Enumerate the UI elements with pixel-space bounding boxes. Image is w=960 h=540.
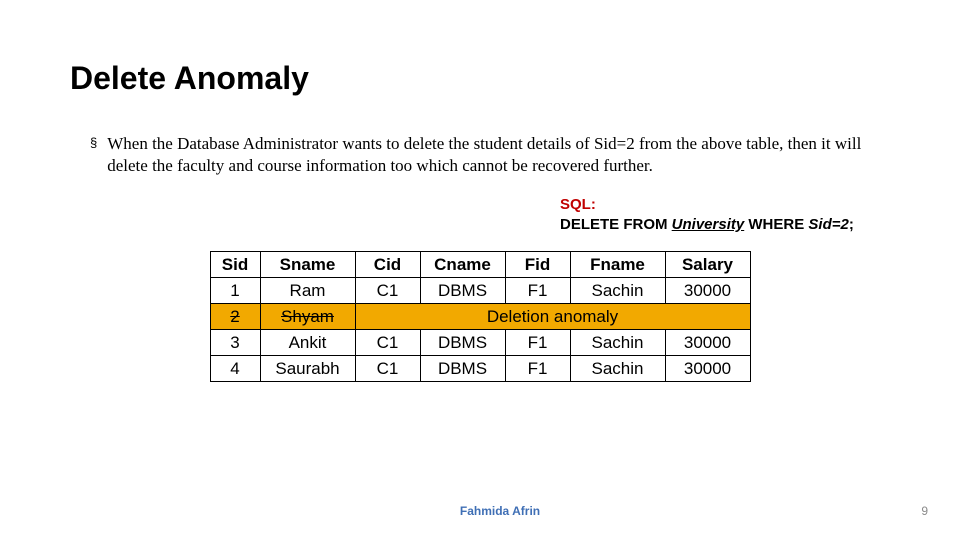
bullet-item: § When the Database Administrator wants … <box>70 133 890 177</box>
cell: 30000 <box>665 278 750 304</box>
cell: Sachin <box>570 330 665 356</box>
cell: 4 <box>210 356 260 382</box>
cell: 1 <box>210 278 260 304</box>
cell: Sachin <box>570 356 665 382</box>
cell: F1 <box>505 356 570 382</box>
cell: 30000 <box>665 330 750 356</box>
th-fid: Fid <box>505 252 570 278</box>
sql-prefix: DELETE FROM <box>560 216 672 233</box>
table-header-row: Sid Sname Cid Cname Fid Fname Salary <box>210 252 750 278</box>
table-row-anomaly: 2 Shyam Deletion anomaly <box>210 304 750 330</box>
footer-author: Fahmida Afrin <box>0 504 960 518</box>
sql-code: DELETE FROM University WHERE Sid=2; <box>560 215 890 235</box>
table-row: 1 Ram C1 DBMS F1 Sachin 30000 <box>210 278 750 304</box>
cell: DBMS <box>420 330 505 356</box>
sql-block: SQL: DELETE FROM University WHERE Sid=2; <box>70 195 890 235</box>
cell: 3 <box>210 330 260 356</box>
cell: Ankit <box>260 330 355 356</box>
cell: F1 <box>505 330 570 356</box>
sql-label: SQL: <box>560 195 890 215</box>
body-text: When the Database Administrator wants to… <box>107 133 890 177</box>
cell: Ram <box>260 278 355 304</box>
cell: C1 <box>355 278 420 304</box>
sql-suffix: ; <box>849 216 854 233</box>
table-row: 3 Ankit C1 DBMS F1 Sachin 30000 <box>210 330 750 356</box>
cell: DBMS <box>420 278 505 304</box>
footer-page-number: 9 <box>921 504 928 518</box>
sql-sid: Sid=2 <box>808 216 848 233</box>
sql-mid: WHERE <box>744 216 808 233</box>
sql-table: University <box>672 216 745 233</box>
cell-strike: Shyam <box>260 304 355 330</box>
page-title: Delete Anomaly <box>70 60 890 97</box>
th-fname: Fname <box>570 252 665 278</box>
th-cname: Cname <box>420 252 505 278</box>
slide: Delete Anomaly § When the Database Admin… <box>0 0 960 540</box>
th-salary: Salary <box>665 252 750 278</box>
cell-strike: 2 <box>210 304 260 330</box>
anomaly-label: Deletion anomaly <box>355 304 750 330</box>
bullet-glyph: § <box>90 133 97 153</box>
cell: 30000 <box>665 356 750 382</box>
cell: Saurabh <box>260 356 355 382</box>
th-cid: Cid <box>355 252 420 278</box>
table-container: Sid Sname Cid Cname Fid Fname Salary 1 R… <box>70 251 890 382</box>
th-sname: Sname <box>260 252 355 278</box>
cell: DBMS <box>420 356 505 382</box>
data-table: Sid Sname Cid Cname Fid Fname Salary 1 R… <box>210 251 751 382</box>
cell: C1 <box>355 356 420 382</box>
cell: C1 <box>355 330 420 356</box>
table-row: 4 Saurabh C1 DBMS F1 Sachin 30000 <box>210 356 750 382</box>
th-sid: Sid <box>210 252 260 278</box>
cell: Sachin <box>570 278 665 304</box>
cell: F1 <box>505 278 570 304</box>
